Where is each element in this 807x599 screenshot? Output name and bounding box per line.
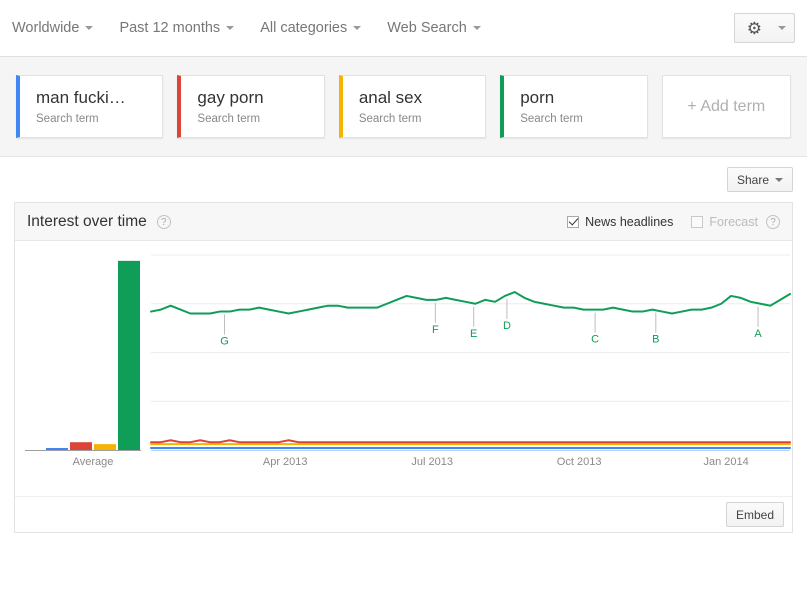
settings-button[interactable]: ⚙ xyxy=(733,13,795,43)
gear-icon: ⚙ xyxy=(746,18,762,38)
search-term-type: Search term xyxy=(358,113,422,125)
search-term-card-4[interactable]: porn Search term xyxy=(500,75,648,138)
module-header: Interest over time ? News headlines Fore… xyxy=(15,203,792,241)
chevron-down-icon xyxy=(85,26,94,30)
filter-search-type-label: Web Search xyxy=(387,20,467,36)
search-term-card-3[interactable]: anal sex Search term xyxy=(338,75,487,138)
forecast-toggle: Forecast xyxy=(691,215,758,229)
news-headline-marker[interactable]: A xyxy=(754,328,762,340)
add-term-button[interactable]: + Add term xyxy=(661,75,792,138)
news-headline-marker[interactable]: C xyxy=(591,334,599,346)
average-bar[interactable] xyxy=(46,448,68,450)
checkbox-icon xyxy=(567,215,580,228)
news-headline-marker[interactable]: F xyxy=(432,324,439,336)
news-headlines-toggle[interactable]: News headlines xyxy=(567,215,673,229)
x-axis-tick-label: Jul 2013 xyxy=(411,456,453,468)
module-footer: Embed xyxy=(15,496,792,532)
search-term-type: Search term xyxy=(36,113,99,125)
chevron-down-icon xyxy=(775,177,783,182)
search-term-card-2[interactable]: gay porn Search term xyxy=(177,75,325,138)
search-term-label: porn xyxy=(520,88,555,107)
chart-line-porn[interactable] xyxy=(150,291,791,315)
checkbox-icon xyxy=(691,215,704,228)
news-headline-marker[interactable]: B xyxy=(652,334,659,346)
chevron-down-icon xyxy=(778,26,786,30)
chart-line-gay-porn[interactable] xyxy=(150,439,791,444)
share-label: Share xyxy=(736,172,769,187)
search-term-label: anal sex xyxy=(358,88,423,107)
forecast-help-icon[interactable]: ? xyxy=(766,214,780,229)
filter-search-type[interactable]: Web Search xyxy=(387,20,481,36)
embed-button[interactable]: Embed xyxy=(725,502,784,527)
news-headline-marker[interactable]: E xyxy=(470,328,477,340)
search-terms-panel: man fucki… Search term gay porn Search t… xyxy=(0,57,807,157)
filter-location-label: Worldwide xyxy=(12,20,80,36)
search-term-type: Search term xyxy=(520,113,583,125)
trends-chart[interactable]: Average G F E D C B A Apr 2013 Jul 2013 Oct 2013 Ja… xyxy=(15,241,794,496)
filter-location[interactable]: Worldwide xyxy=(12,20,94,36)
share-button[interactable]: Share xyxy=(726,167,793,192)
news-headline-marker[interactable]: D xyxy=(503,320,511,332)
chevron-down-icon xyxy=(353,26,362,30)
forecast-label: Forecast xyxy=(709,214,758,229)
embed-label: Embed xyxy=(735,507,774,522)
chart-area: Average G F E D C B A Apr 2013 Jul 2013 Oct 2013 Ja… xyxy=(15,241,792,496)
share-row: Share xyxy=(0,157,807,202)
add-term-label: + Add term xyxy=(687,97,766,115)
search-term-label: man fucki… xyxy=(36,88,126,107)
help-icon[interactable]: ? xyxy=(156,214,171,229)
filter-time-range-label: Past 12 months xyxy=(119,20,221,36)
average-bar[interactable] xyxy=(70,442,92,450)
search-term-card-1[interactable]: man fucki… Search term xyxy=(16,75,164,138)
average-bar[interactable] xyxy=(94,444,116,450)
news-headline-marker[interactable]: G xyxy=(220,336,229,348)
filter-category-label: All categories xyxy=(260,20,348,36)
chevron-down-icon xyxy=(226,26,235,30)
filter-group: Worldwide Past 12 months All categories … xyxy=(12,20,734,36)
filter-time-range[interactable]: Past 12 months xyxy=(119,20,235,36)
filter-category[interactable]: All categories xyxy=(260,20,362,36)
module-header-controls: News headlines Forecast ? xyxy=(549,214,780,229)
interest-over-time-module: Interest over time ? News headlines Fore… xyxy=(14,202,793,533)
filter-toolbar: Worldwide Past 12 months All categories … xyxy=(0,0,807,57)
average-bar[interactable] xyxy=(118,260,140,450)
news-headlines-label: News headlines xyxy=(585,214,674,229)
page-title: Interest over time xyxy=(27,212,147,230)
average-axis-label: Average xyxy=(73,456,114,468)
chevron-down-icon xyxy=(472,26,481,30)
x-axis-tick-label: Apr 2013 xyxy=(263,456,308,468)
search-term-label: gay porn xyxy=(197,88,264,107)
search-term-type: Search term xyxy=(197,113,261,125)
x-axis-tick-label: Jan 2014 xyxy=(703,456,748,468)
x-axis-tick-label: Oct 2013 xyxy=(557,456,602,468)
